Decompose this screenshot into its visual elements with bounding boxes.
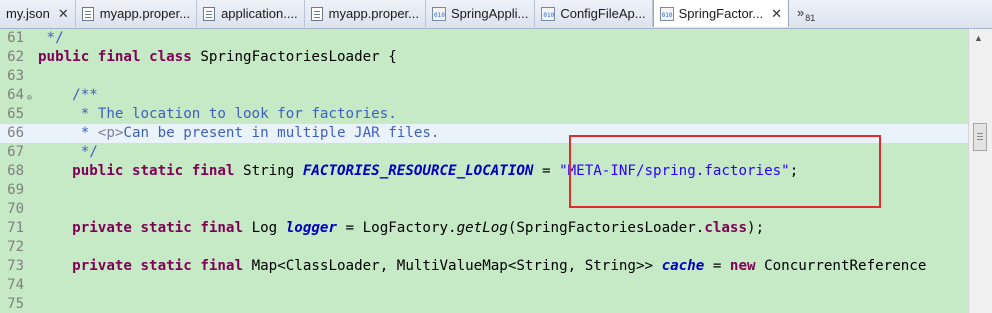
line-number: 72 — [7, 239, 24, 255]
editor-tab-bar: my.json ✕ myapp.proper... application...… — [0, 0, 992, 29]
tab-label: ConfigFileAp... — [560, 6, 646, 21]
line-number: 71 — [7, 220, 24, 236]
code-line[interactable]: 72 — [0, 238, 968, 257]
tab-label: SpringFactor... — [678, 6, 764, 21]
tab-label: myapp.proper... — [328, 6, 419, 21]
properties-file-icon — [81, 6, 94, 21]
line-number: 70 — [7, 201, 24, 217]
code-text: private static final Map<ClassLoader, Mu… — [72, 258, 927, 274]
line-number: 69 — [7, 182, 24, 198]
code-text: private static final Log logger = LogFac… — [72, 220, 765, 236]
tab-label: my.json — [6, 6, 50, 21]
tab-my-json[interactable]: my.json ✕ — [0, 0, 76, 27]
code-text: */ — [38, 144, 98, 160]
code-text: * The location to look for factories. — [38, 106, 397, 122]
tab-spring-application[interactable]: 010 SpringAppli... — [426, 0, 536, 27]
properties-file-icon — [310, 6, 323, 21]
close-icon[interactable]: ✕ — [58, 6, 69, 22]
code-line[interactable]: 64 ⊖ /** — [0, 86, 968, 105]
properties-file-icon — [203, 6, 216, 21]
line-number: 74 — [7, 277, 24, 293]
line-number: 75 — [7, 296, 24, 312]
hidden-tab-count: 81 — [805, 13, 816, 23]
line-number: 63 — [7, 68, 24, 84]
scroll-up-icon[interactable]: ▲ — [974, 33, 983, 43]
class-file-icon: 010 — [659, 6, 674, 21]
line-number: 66 — [7, 125, 24, 141]
tab-myapp-properties-1[interactable]: myapp.proper... — [76, 0, 198, 27]
code-line[interactable]: 74 — [0, 276, 968, 295]
line-number: 61 — [7, 30, 24, 46]
code-line[interactable]: 65 * The location to look for factories. — [0, 105, 968, 124]
class-file-icon: 010 — [432, 6, 446, 21]
tab-config-file-application[interactable]: 010 ConfigFileAp... — [535, 0, 653, 27]
code-line[interactable]: 63 — [0, 67, 968, 86]
tab-myapp-properties-2[interactable]: myapp.proper... — [305, 0, 426, 27]
class-file-icon: 010 — [541, 6, 556, 21]
code-line[interactable]: 61 */ — [0, 29, 968, 48]
tab-overflow-button[interactable]: » 81 — [789, 0, 819, 28]
code-line[interactable]: 71 private static final Log logger = Log… — [0, 219, 968, 238]
tab-label: myapp.proper... — [99, 6, 191, 21]
chevron-double-right-icon: » — [797, 5, 805, 20]
code-line[interactable]: 75 — [0, 295, 968, 313]
line-number: 65 — [7, 106, 24, 122]
line-number: 68 — [7, 163, 24, 179]
tab-label: SpringAppli... — [451, 6, 529, 21]
code-line[interactable]: 62 public final class SpringFactoriesLoad… — [0, 48, 968, 67]
code-text: public final class SpringFactoriesLoader… — [38, 49, 397, 65]
line-number: 73 — [7, 258, 24, 274]
line-number: 64 — [7, 87, 24, 103]
highlight-annotation-box — [569, 135, 881, 208]
code-text: /** — [38, 87, 98, 103]
close-icon[interactable]: ✕ — [771, 6, 782, 22]
code-text: * <p>Can be present in multiple JAR file… — [38, 125, 440, 141]
scrollbar-thumb[interactable] — [973, 123, 987, 151]
code-line[interactable]: 73 private static final Map<ClassLoader,… — [0, 257, 968, 276]
code-text: */ — [38, 30, 64, 46]
tab-application-properties[interactable]: application.... — [197, 0, 305, 27]
tab-spring-factories-loader[interactable]: 010 SpringFactor... ✕ — [652, 0, 790, 27]
line-number: 62 — [7, 49, 24, 65]
line-number: 67 — [7, 144, 24, 160]
tab-label: application.... — [221, 6, 298, 21]
vertical-scrollbar[interactable]: ▲ — [968, 29, 992, 313]
